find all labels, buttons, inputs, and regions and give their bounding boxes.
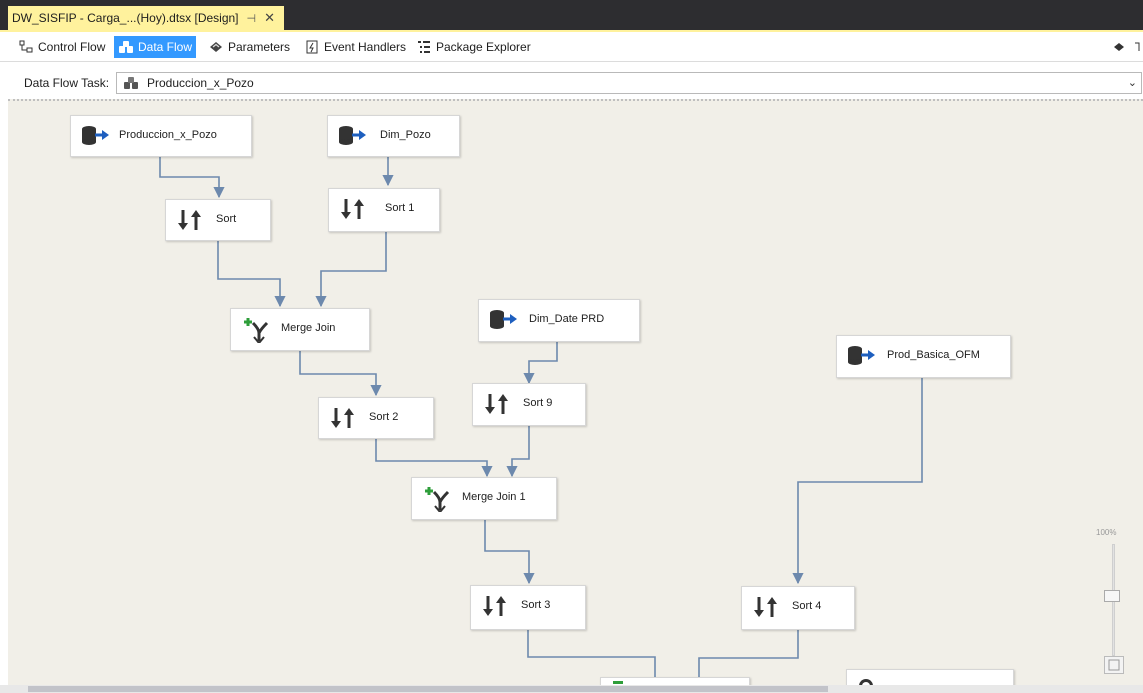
source-dim-pozo[interactable]: Dim_Pozo: [327, 115, 460, 157]
node-label: Sort 1: [385, 202, 415, 214]
path-dim-date-to-sort-9: [523, 342, 558, 385]
path-sort-4-to-next: [698, 630, 799, 677]
tab-data-flow[interactable]: Data Flow: [114, 36, 197, 58]
chevron-down-icon[interactable]: ⌄: [1128, 76, 1137, 89]
node-label: Sort 3: [521, 599, 551, 611]
document-tab-strip: DW_SISFIP - Carga_...(Hoy).dtsx [Design]…: [0, 6, 1143, 30]
merge-join-icon: [422, 486, 452, 514]
diamond-icon[interactable]: [1113, 41, 1125, 53]
node-label: Merge Join 1: [462, 491, 526, 503]
control-flow-icon: [18, 39, 34, 55]
package-explorer-icon: [416, 39, 432, 55]
tab-data-flow-label: Data Flow: [138, 40, 193, 54]
sort-icon: [329, 406, 359, 430]
zoom-to-fit-button[interactable]: [1104, 656, 1124, 674]
transform-merge-join-1[interactable]: Merge Join 1: [411, 477, 557, 520]
transform-sort-4[interactable]: Sort 4: [741, 586, 855, 630]
source-icon: [489, 308, 519, 332]
data-flow-task-select[interactable]: Produccion_x_Pozo ⌄: [116, 72, 1142, 94]
sort-icon: [752, 595, 782, 619]
transform-sort-9[interactable]: Sort 9: [472, 383, 586, 426]
node-label: Prod_Basica_OFM: [887, 349, 980, 361]
source-produccion-x-pozo[interactable]: Produccion_x_Pozo: [70, 115, 252, 157]
node-label: Sort 4: [792, 600, 822, 612]
transform-merge-join-partial[interactable]: [600, 677, 750, 685]
close-tab-icon[interactable]: ✕: [264, 10, 275, 26]
node-label: Sort: [216, 213, 237, 225]
data-flow-task-bar: Data Flow Task: Produccion_x_Pozo ⌄: [0, 62, 1143, 98]
pin-tab-icon[interactable]: ⊣: [247, 12, 257, 25]
sort-icon: [339, 197, 369, 221]
path-merge-join-1-to-sort-3: [484, 520, 535, 585]
tab-control-flow-label: Control Flow: [38, 40, 106, 54]
horizontal-scrollbar[interactable]: [0, 685, 1143, 693]
tab-event-handlers-label: Event Handlers: [324, 40, 407, 54]
tab-control-flow[interactable]: Control Flow: [14, 36, 109, 58]
source-partial[interactable]: [846, 669, 1014, 685]
sort-icon: [176, 208, 206, 232]
horizontal-scrollbar-thumb[interactable]: [28, 686, 828, 692]
path-sort-1-to-merge-join: [315, 232, 387, 308]
event-handlers-icon: [304, 39, 320, 55]
data-flow-task-label: Data Flow Task:: [24, 76, 110, 90]
source-prod-basica-ofm[interactable]: Prod_Basica_OFM: [836, 335, 1011, 378]
source-icon: [338, 124, 368, 148]
path-sort-9-to-merge-join-1: [506, 426, 530, 478]
path-produccion-to-sort: [159, 157, 225, 199]
transform-sort-3[interactable]: Sort 3: [470, 585, 586, 630]
sort-icon: [483, 392, 513, 416]
node-label: Sort 2: [369, 411, 399, 423]
zoom-level: 100%: [1096, 528, 1117, 537]
path-sort-3-to-next: [527, 630, 656, 677]
data-flow-task-icon: [123, 76, 139, 90]
source-icon: [81, 124, 111, 148]
transform-sort[interactable]: Sort: [165, 199, 271, 241]
path-sort-to-merge-join: [217, 241, 286, 308]
designer-tabs-bar: Control Flow Data Flow Parameters Event …: [0, 32, 1143, 62]
node-label: Produccion_x_Pozo: [119, 129, 217, 141]
tab-event-handlers[interactable]: Event Handlers: [300, 36, 410, 58]
zoom-slider-thumb[interactable]: [1104, 590, 1120, 602]
overflow-icon[interactable]: [1133, 41, 1143, 53]
tab-package-explorer[interactable]: Package Explorer: [412, 36, 535, 58]
document-tab-title: DW_SISFIP - Carga_...(Hoy).dtsx [Design]: [12, 11, 239, 25]
transform-sort-1[interactable]: Sort 1: [328, 188, 440, 232]
sort-icon: [481, 594, 511, 618]
tab-package-explorer-label: Package Explorer: [436, 40, 531, 54]
data-flow-task-value: Produccion_x_Pozo: [147, 76, 254, 90]
zoom-control: 100%: [1096, 528, 1136, 678]
data-flow-icon: [118, 39, 134, 55]
merge-join-icon: [241, 317, 271, 345]
document-tab[interactable]: DW_SISFIP - Carga_...(Hoy).dtsx [Design]…: [8, 6, 284, 30]
transform-sort-2[interactable]: Sort 2: [318, 397, 434, 439]
node-label: Merge Join: [281, 322, 336, 334]
source-icon: [847, 344, 877, 368]
tab-parameters[interactable]: Parameters: [204, 36, 294, 58]
node-label: Dim_Pozo: [380, 129, 431, 141]
node-label: Dim_Date PRD: [529, 313, 605, 325]
transform-merge-join[interactable]: Merge Join: [230, 308, 370, 351]
parameters-icon: [208, 39, 224, 55]
path-sort-2-to-merge-join-1: [375, 439, 493, 478]
node-label: Sort 9: [523, 397, 553, 409]
tab-parameters-label: Parameters: [228, 40, 291, 54]
data-flow-canvas[interactable]: Produccion_x_Pozo Dim_Pozo Sort Sort 1 M…: [8, 99, 1143, 685]
source-dim-date-prd[interactable]: Dim_Date PRD: [478, 299, 640, 342]
path-merge-join-to-sort-2: [299, 351, 382, 397]
path-prod-basica-to-sort-4: [792, 378, 923, 585]
